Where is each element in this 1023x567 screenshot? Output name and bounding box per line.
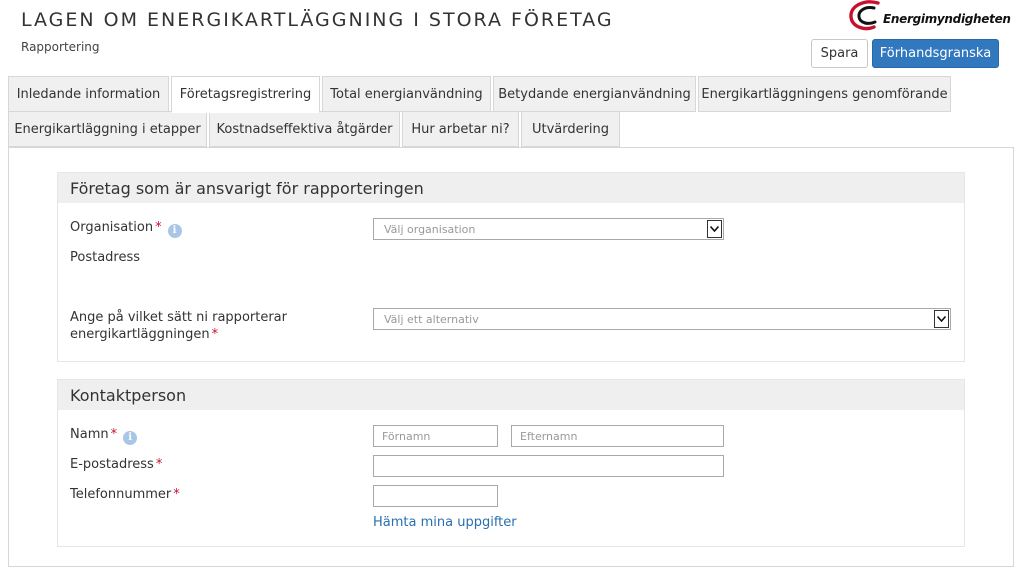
required-marker: * <box>110 427 118 442</box>
company-panel-title: Företag som är ansvarigt för rapporterin… <box>58 173 964 203</box>
required-marker: * <box>211 327 219 342</box>
email-label-text: E-postadress <box>70 457 154 472</box>
phone-label-text: Telefonnummer <box>70 487 172 502</box>
organisation-select[interactable]: Välj organisation <box>373 218 724 240</box>
organisation-select-placeholder: Välj organisation <box>384 222 476 236</box>
organisation-label: Organisation * i <box>70 219 182 238</box>
save-button[interactable]: Spara <box>811 39 868 68</box>
tab-energikartlaggning-i-etapper[interactable]: Energikartläggning i etapper <box>8 111 207 147</box>
last-name-input[interactable] <box>511 425 724 447</box>
preview-button[interactable]: Förhandsgranska <box>872 39 999 68</box>
tab-utvardering[interactable]: Utvärdering <box>521 111 620 147</box>
tab-kostnadseffektiva-atgarder[interactable]: Kostnadseffektiva åtgärder <box>209 111 400 147</box>
tab-betydande-energianvandning[interactable]: Betydande energianvändning <box>493 76 696 112</box>
info-icon[interactable]: i <box>167 224 182 238</box>
required-marker: * <box>155 220 162 235</box>
phone-label: Telefonnummer * <box>70 486 180 503</box>
logo-text: Energimyndigheten <box>883 12 1011 26</box>
name-label-text: Namn <box>70 427 109 442</box>
tab-energikartlaggningens-genomforande[interactable]: Energikartläggningens genomförande <box>698 76 951 112</box>
name-label: Namn * i <box>70 426 138 445</box>
info-icon[interactable]: i <box>123 431 138 445</box>
contact-panel-title: Kontaktperson <box>58 380 964 410</box>
energimyndigheten-logo: Energimyndigheten <box>848 0 1011 32</box>
app-title: LAGEN OM ENERGIKARTLÄGGNING I STORA FÖRE… <box>21 9 614 31</box>
report-method-label: Ange på vilket sätt ni rapporterar energ… <box>70 309 287 343</box>
report-method-label-line2: energikartläggningen <box>70 327 210 342</box>
postal-address-label: Postadress <box>70 250 141 265</box>
fetch-my-details-link[interactable]: Hämta mina uppgifter <box>373 515 517 530</box>
company-panel: Företag som är ansvarigt för rapporterin… <box>57 172 965 362</box>
app-subtitle: Rapportering <box>21 40 100 54</box>
tab-total-energianvandning[interactable]: Total energianvändning <box>322 76 491 112</box>
tab-content: Företag som är ansvarigt för rapporterin… <box>8 147 1014 567</box>
chevron-down-icon[interactable] <box>707 220 722 238</box>
tab-foretagsregistrering[interactable]: Företagsregistrering <box>171 76 320 113</box>
chevron-down-icon[interactable] <box>934 310 949 328</box>
header: LAGEN OM ENERGIKARTLÄGGNING I STORA FÖRE… <box>0 0 1023 76</box>
report-method-select-placeholder: Välj ett alternativ <box>384 312 479 326</box>
organisation-label-text: Organisation <box>70 220 154 235</box>
tab-inledande-information[interactable]: Inledande information <box>8 76 169 112</box>
contact-panel: Kontaktperson Namn*i E-postadress* Telef… <box>57 379 965 547</box>
phone-input[interactable] <box>373 485 498 507</box>
logo-swoosh-icon <box>849 0 880 31</box>
report-method-label-line1: Ange på vilket sätt ni rapporterar <box>70 310 287 325</box>
required-marker: * <box>173 487 180 502</box>
first-name-input[interactable] <box>373 425 498 447</box>
tab-hur-arbetar-ni[interactable]: Hur arbetar ni? <box>402 111 519 147</box>
email-input[interactable] <box>373 455 724 477</box>
email-label: E-postadress * <box>70 456 162 473</box>
required-marker: * <box>155 457 163 472</box>
report-method-select[interactable]: Välj ett alternativ <box>373 308 951 330</box>
